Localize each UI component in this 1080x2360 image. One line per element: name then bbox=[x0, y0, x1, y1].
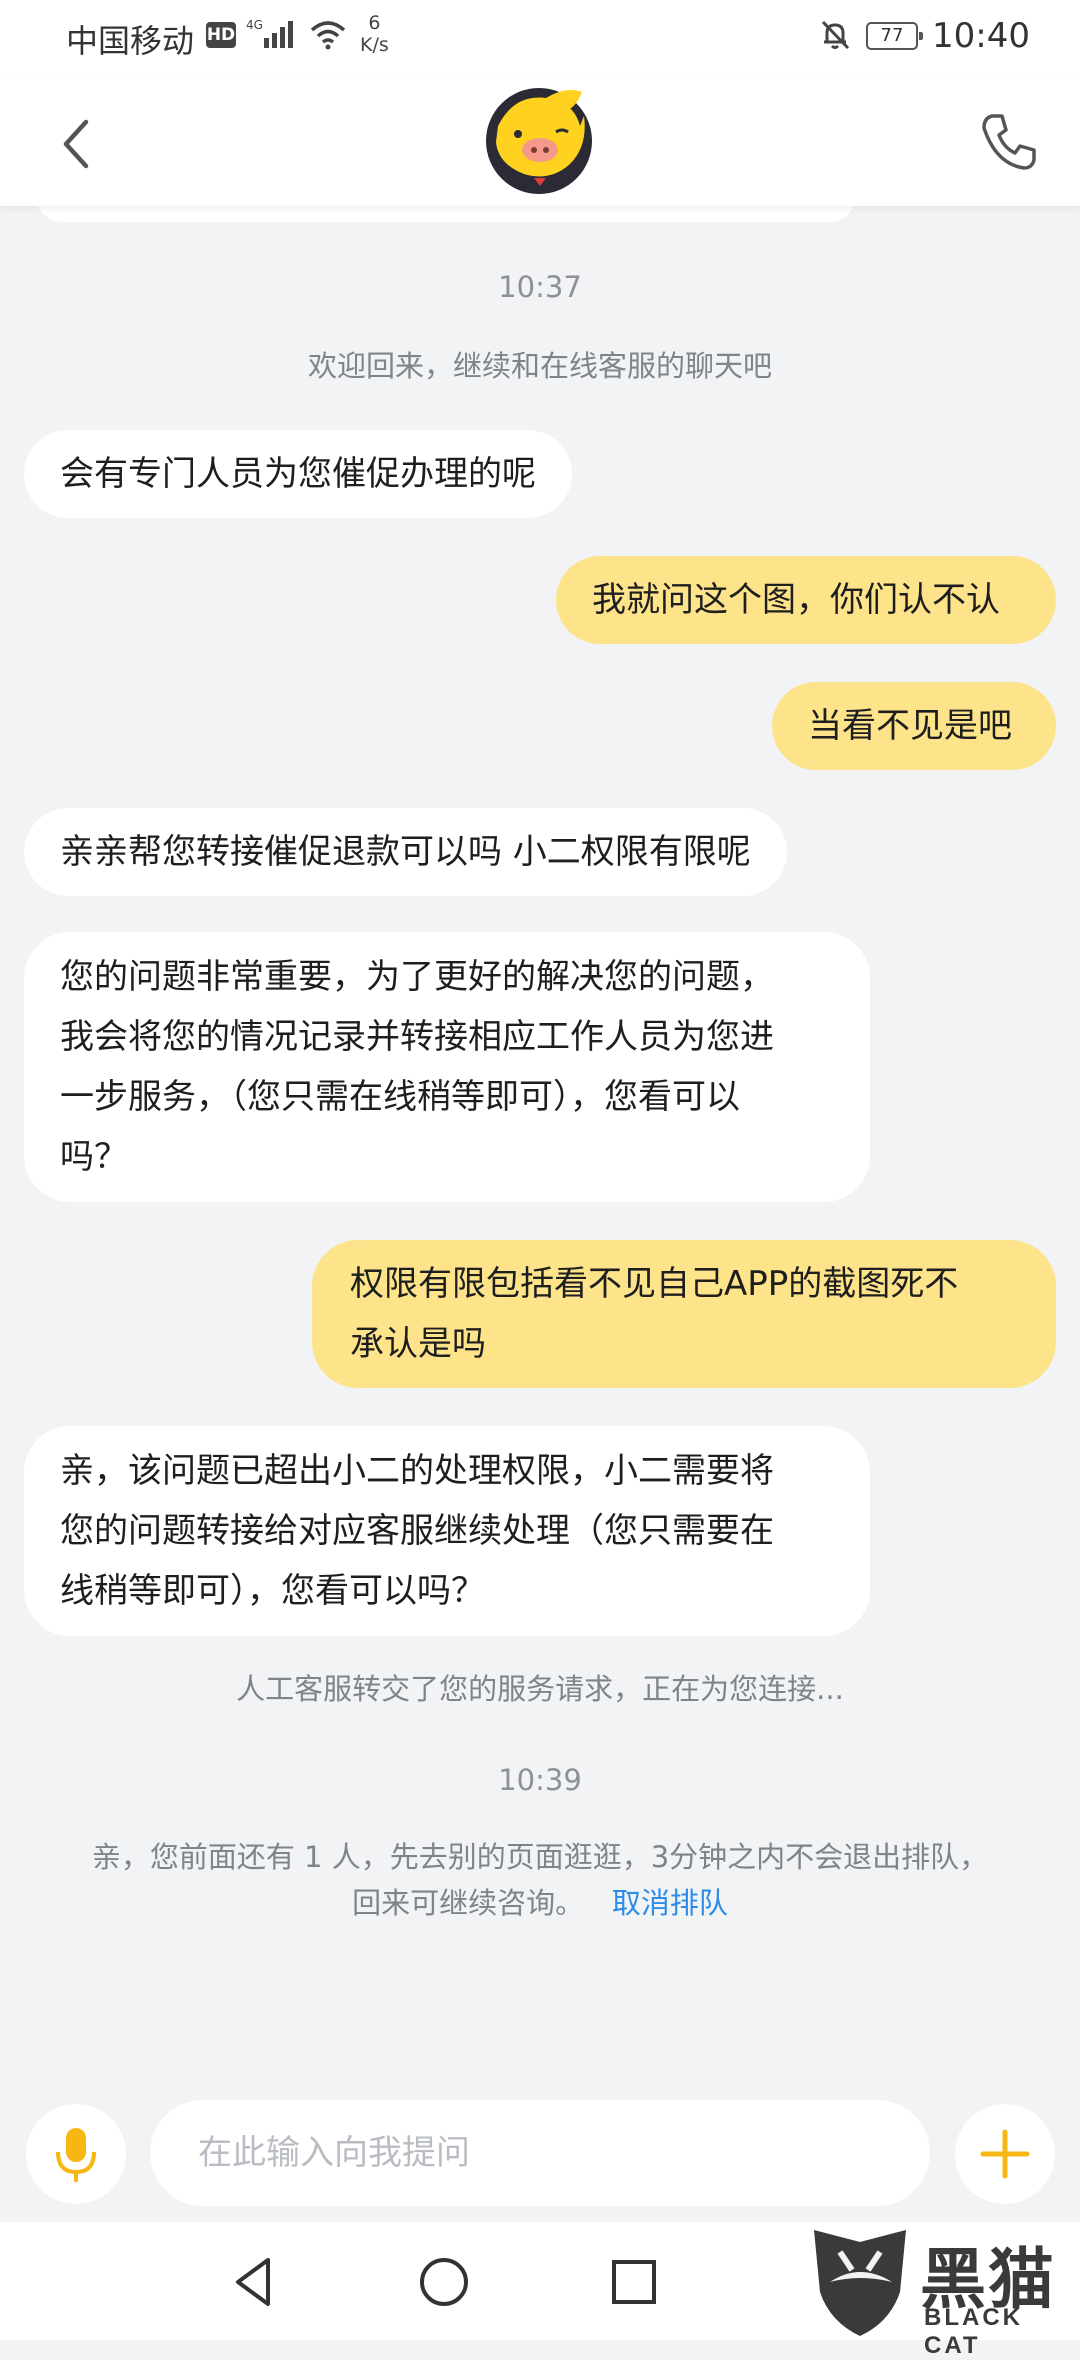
nav-back-button[interactable] bbox=[216, 2244, 292, 2320]
microphone-icon bbox=[56, 2128, 96, 2182]
speed-value: 6 bbox=[368, 12, 381, 34]
avatar[interactable] bbox=[484, 86, 594, 196]
queue-notice-line: 回来可继续咨询。 取消排队 bbox=[40, 1880, 1040, 1926]
voice-input-button[interactable] bbox=[26, 2104, 126, 2204]
wifi-icon bbox=[310, 21, 346, 50]
message-text-line: 吗？ bbox=[60, 1137, 128, 1177]
hd-badge: HD bbox=[206, 22, 236, 48]
incoming-message-bubble: 亲，该问题已超出小二的处理权限，小二需要将 您的问题转接给对应客服继续处理（您只… bbox=[24, 1426, 870, 1636]
status-bar: 中国移动 HD 4G 6 K/s 77 10:40 bbox=[0, 0, 1080, 80]
triangle-back-icon bbox=[236, 2258, 270, 2306]
plus-icon bbox=[980, 2129, 1030, 2179]
square-recents-icon bbox=[612, 2260, 656, 2304]
cat-shield-logo-icon bbox=[814, 2230, 906, 2336]
welcome-notice: 欢迎回来，继续和在线客服的聊天吧 bbox=[307, 349, 772, 383]
incoming-message-bubble: 会有专门人员为您催促办理的呢 bbox=[24, 430, 572, 518]
network-type-label: 4G bbox=[246, 18, 263, 32]
message-text-line: 我会将您的情况记录并转接相应工作人员为您进 bbox=[60, 1017, 774, 1057]
message-text-line: 权限有限包括看不见自己APP的截图死不 bbox=[350, 1264, 959, 1304]
back-button[interactable] bbox=[50, 104, 110, 184]
queue-notice-line: 亲，您前面还有 1 人，先去别的页面逛逛，3分钟之内不会退出排队， bbox=[91, 1840, 989, 1874]
timestamp: 10:37 bbox=[498, 270, 582, 304]
status-time: 10:40 bbox=[932, 16, 1030, 56]
timestamp: 10:39 bbox=[498, 1763, 582, 1797]
network-speed: 6 K/s bbox=[360, 12, 389, 56]
message-text-line: 一步服务，（您只需在线稍等即可），您看可以 bbox=[60, 1077, 740, 1117]
message-text-line: 承认是吗 bbox=[350, 1324, 486, 1364]
speed-unit: K/s bbox=[360, 34, 389, 56]
fliggy-mascot-icon bbox=[486, 88, 592, 194]
message-text-line: 您的问题非常重要，为了更好的解决您的问题， bbox=[60, 957, 774, 997]
message-text: 亲亲帮您转接催促退款可以吗 小二权限有限呢 bbox=[60, 832, 751, 872]
outgoing-message-bubble: 我就问这个图，你们认不认 bbox=[556, 556, 1056, 644]
message-input[interactable] bbox=[150, 2100, 930, 2206]
incoming-message-bubble: 您的问题非常重要，为了更好的解决您的问题， 我会将您的情况记录并转接相应工作人员… bbox=[24, 932, 870, 1202]
phone-icon bbox=[982, 114, 1036, 170]
message-text: 会有专门人员为您催促办理的呢 bbox=[60, 454, 536, 494]
chevron-left-icon bbox=[63, 119, 89, 169]
message-text-line: 您的问题转接给对应客服继续处理（您只需要在 bbox=[60, 1511, 774, 1551]
incoming-message-bubble: 亲亲帮您转接催促退款可以吗 小二权限有限呢 bbox=[24, 808, 787, 896]
message-text: 我就问这个图，你们认不认 bbox=[592, 580, 1000, 620]
bell-muted-icon bbox=[821, 20, 850, 50]
queue-notice: 亲，您前面还有 1 人，先去别的页面逛逛，3分钟之内不会退出排队， 回来可继续咨… bbox=[40, 1834, 1040, 1926]
message-text-line: 线稍等即可），您看可以吗？ bbox=[60, 1571, 485, 1611]
input-bar bbox=[0, 2090, 1080, 2220]
outgoing-message-bubble: 权限有限包括看不见自己APP的截图死不 承认是吗 bbox=[312, 1240, 1056, 1388]
watermark-subtext: BLACK CAT bbox=[924, 2304, 1023, 2359]
transfer-notice: 人工客服转交了您的服务请求，正在为您连接... bbox=[236, 1672, 844, 1706]
carrier-name: 中国移动 bbox=[66, 22, 195, 60]
circle-home-icon bbox=[420, 2258, 468, 2306]
nav-home-button[interactable] bbox=[406, 2244, 482, 2320]
more-options-button[interactable] bbox=[955, 2104, 1055, 2204]
signal-icon: 4G bbox=[246, 18, 293, 48]
black-cat-watermark: 黑猫 BLACK CAT bbox=[800, 2222, 1080, 2359]
message-text: 当看不见是吧 bbox=[808, 706, 1012, 746]
battery-indicator: 77 bbox=[866, 22, 923, 50]
queue-notice-text: 回来可继续咨询。 bbox=[352, 1886, 585, 1920]
nav-recents-button[interactable] bbox=[596, 2244, 672, 2320]
cancel-queue-link[interactable]: 取消排队 bbox=[612, 1886, 728, 1920]
chat-header bbox=[0, 80, 1080, 206]
outgoing-message-bubble: 当看不见是吧 bbox=[772, 682, 1056, 770]
message-text-line: 亲，该问题已超出小二的处理权限，小二需要将 bbox=[60, 1451, 774, 1491]
call-button[interactable] bbox=[974, 106, 1044, 176]
